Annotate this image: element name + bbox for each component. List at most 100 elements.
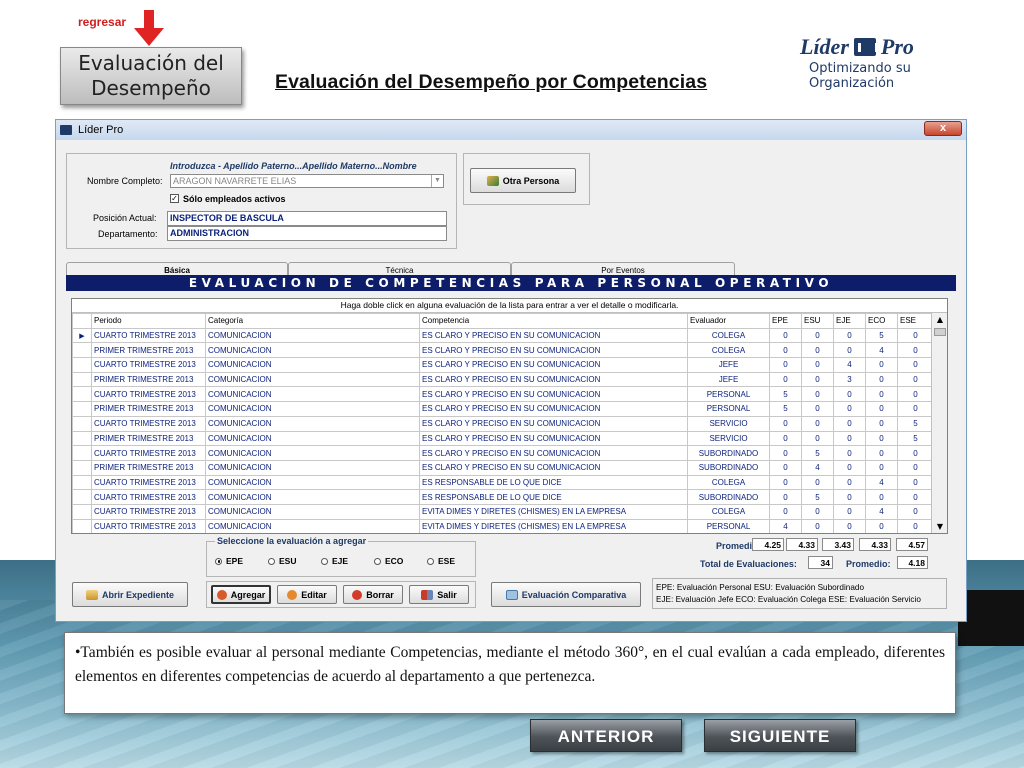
row-indicator [72, 503, 92, 520]
average-value-esu: 4.33 [786, 538, 818, 551]
column-header-esu[interactable]: ESU [801, 313, 834, 329]
table-cell: 0 [897, 474, 934, 491]
next-button[interactable]: SIGUIENTE [704, 719, 856, 752]
table-cell: 0 [865, 489, 898, 505]
table-cell: CUARTO TRIMESTRE 2013 [91, 518, 206, 533]
delete-label: Borrar [366, 589, 394, 600]
exit-button[interactable]: Salir [409, 585, 469, 604]
scroll-down-icon[interactable]: ▼ [933, 520, 947, 533]
table-cell: 0 [833, 518, 866, 533]
table-cell: 0 [897, 445, 934, 461]
table-cell: 0 [801, 327, 834, 344]
radio-esu[interactable]: ESU [268, 556, 296, 566]
table-cell: ES CLARO Y PRECISO EN SU COMUNICACION [419, 386, 688, 403]
close-button[interactable]: x [924, 121, 962, 136]
row-indicator-header [72, 313, 92, 329]
table-row[interactable]: CUARTO TRIMESTRE 2013 COMUNICACION EVITA D… [72, 518, 934, 533]
table-cell: 0 [833, 415, 866, 432]
table-cell: COMUNICACION [205, 327, 420, 344]
back-link[interactable]: regresar [78, 15, 126, 29]
open-file-label: Abrir Expediente [101, 589, 175, 600]
table-cell: 0 [897, 459, 934, 476]
table-cell: COMUNICACION [205, 371, 420, 388]
table-cell: ES CLARO Y PRECISO EN SU COMUNICACION [419, 327, 688, 344]
table-cell: 0 [897, 489, 934, 505]
table-row[interactable]: PRIMER TRIMESTRE 2013 COMUNICACION ES CLAR… [72, 342, 934, 359]
column-header-eje[interactable]: EJE [833, 313, 866, 329]
other-person-button[interactable]: Otra Persona [470, 168, 576, 193]
scroll-thumb[interactable] [934, 328, 946, 336]
table-cell: CUARTO TRIMESTRE 2013 [91, 327, 206, 344]
radio-dot[interactable] [321, 557, 328, 565]
radio-dot[interactable] [374, 557, 381, 565]
total-label: Total de Evaluaciones: [700, 559, 797, 569]
table-cell: 5 [801, 489, 834, 505]
column-header-categor-a[interactable]: Categoría [205, 313, 420, 329]
table-row[interactable]: CUARTO TRIMESTRE 2013 COMUNICACION ES CLAR… [72, 357, 934, 373]
table-cell: ES CLARO Y PRECISO EN SU COMUNICACION [419, 401, 688, 417]
only-active-checkbox[interactable]: ✓ [170, 194, 179, 203]
radio-eje[interactable]: EJE [321, 556, 348, 566]
column-header-eco[interactable]: ECO [865, 313, 898, 329]
table-cell: COLEGA [687, 474, 770, 491]
radio-ese[interactable]: ESE [427, 556, 455, 566]
table-cell: 0 [865, 386, 898, 403]
table-row[interactable]: CUARTO TRIMESTRE 2013 COMUNICACION ES RESP… [72, 474, 934, 491]
table-row[interactable]: CUARTO TRIMESTRE 2013 COMUNICACION ES CLAR… [72, 415, 934, 432]
department-field: ADMINISTRACION [167, 226, 447, 241]
column-header-epe[interactable]: EPE [769, 313, 802, 329]
table-row[interactable]: ▶ CUARTO TRIMESTRE 2013 COMUNICACION ES CLA… [72, 327, 934, 344]
table-cell: 0 [801, 518, 834, 533]
table-cell: 0 [801, 430, 834, 447]
radio-epe[interactable]: EPE [215, 556, 243, 566]
row-indicator: ▶ [72, 327, 92, 344]
column-header-periodo[interactable]: Periodo [91, 313, 206, 329]
evaluations-table[interactable]: Periodo Categoría Competencia Evaluador EPE E… [72, 313, 934, 533]
radio-dot[interactable] [268, 557, 275, 565]
department-label: Departamento: [98, 229, 158, 239]
legend-line-1: EPE: Evaluación Personal ESU: Evaluación… [656, 583, 864, 592]
table-cell: 0 [833, 474, 866, 491]
table-cell: 5 [769, 401, 802, 417]
radio-eco[interactable]: ECO [374, 556, 403, 566]
open-file-button[interactable]: Abrir Expediente [72, 582, 188, 607]
column-header-competencia[interactable]: Competencia [419, 313, 688, 329]
table-row[interactable]: CUARTO TRIMESTRE 2013 COMUNICACION ES CLAR… [72, 386, 934, 403]
scroll-up-icon[interactable]: ▲ [933, 313, 947, 327]
evaluations-grid[interactable]: Haga doble click en alguna evaluación de… [71, 298, 948, 534]
table-cell: 0 [833, 445, 866, 461]
grid-scrollbar[interactable]: ▲ ▼ [931, 313, 947, 533]
table-row[interactable]: PRIMER TRIMESTRE 2013 COMUNICACION ES CLAR… [72, 401, 934, 417]
table-row[interactable]: CUARTO TRIMESTRE 2013 COMUNICACION ES RESP… [72, 489, 934, 505]
column-header-ese[interactable]: ESE [897, 313, 934, 329]
delete-button[interactable]: Borrar [343, 585, 403, 604]
table-row[interactable]: CUARTO TRIMESTRE 2013 COMUNICACION ES CLAR… [72, 445, 934, 461]
previous-button[interactable]: ANTERIOR [530, 719, 682, 752]
edit-button[interactable]: Editar [277, 585, 337, 604]
table-cell: 0 [801, 474, 834, 491]
table-cell: 0 [769, 430, 802, 447]
table-cell: 0 [801, 357, 834, 373]
table-row[interactable]: PRIMER TRIMESTRE 2013 COMUNICACION ES CLAR… [72, 371, 934, 388]
arrow-down-icon[interactable] [134, 10, 164, 46]
exit-door-icon [421, 589, 434, 600]
table-cell: 0 [897, 371, 934, 388]
table-cell: 0 [897, 518, 934, 533]
table-cell: SUBORDINADO [687, 445, 770, 461]
table-cell: 0 [865, 430, 898, 447]
table-row[interactable]: PRIMER TRIMESTRE 2013 COMUNICACION ES CLAR… [72, 459, 934, 476]
radio-dot[interactable] [427, 557, 434, 565]
table-cell: 0 [769, 503, 802, 520]
row-indicator [72, 371, 92, 388]
radio-dot[interactable] [215, 557, 222, 565]
column-header-evaluador[interactable]: Evaluador [687, 313, 770, 329]
table-row[interactable]: CUARTO TRIMESTRE 2013 COMUNICACION EVITA D… [72, 503, 934, 520]
average-value-ese: 4.57 [896, 538, 928, 551]
table-cell: PERSONAL [687, 401, 770, 417]
name-combobox[interactable]: ARAGON NAVARRETE ELIAS ▼ [170, 174, 444, 188]
decorative-bar [958, 590, 1024, 646]
add-button[interactable]: Agregar [211, 585, 271, 604]
table-row[interactable]: PRIMER TRIMESTRE 2013 COMUNICACION ES CLAR… [72, 430, 934, 447]
chevron-down-icon[interactable]: ▼ [431, 175, 443, 187]
comparative-button[interactable]: Evaluación Comparativa [491, 582, 641, 607]
